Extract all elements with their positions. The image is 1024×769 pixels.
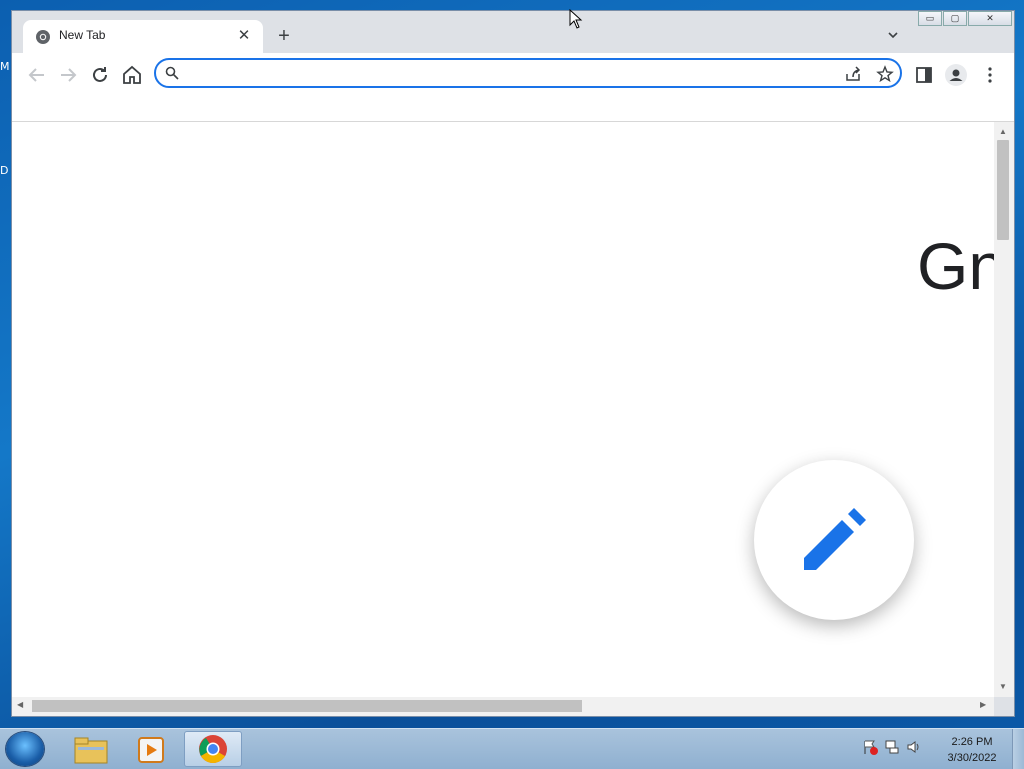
taskbar: 2:26 PM 3/30/2022 [0,728,1024,769]
home-icon[interactable] [120,63,144,87]
media-player-icon [138,737,164,763]
new-tab-button[interactable]: + [274,26,294,46]
window-controls: ▭ ▢ ✕ [917,11,1012,27]
horizontal-scrollbar[interactable]: ◀ ▶ [12,697,994,716]
profile-avatar-icon[interactable] [944,63,968,87]
volume-icon[interactable] [906,739,922,755]
system-tray [862,739,922,755]
menu-kebab-icon[interactable] [978,63,1002,87]
start-button[interactable] [6,732,44,766]
chrome-icon [199,735,227,763]
show-desktop-button[interactable] [1012,729,1024,769]
action-center-flag-icon[interactable] [862,739,878,755]
scroll-down-arrow-icon[interactable]: ▼ [999,682,1007,691]
side-panel-icon[interactable] [912,63,936,87]
browser-toolbar [12,53,1014,122]
taskbar-file-explorer[interactable] [62,731,120,767]
scroll-right-arrow-icon[interactable]: ▶ [980,700,986,709]
scroll-left-arrow-icon[interactable]: ◀ [17,700,23,709]
pencil-icon [804,508,866,570]
bookmark-star-icon[interactable] [876,65,894,83]
taskbar-media-player[interactable] [122,731,180,767]
browser-window: New Tab ✕ + ▭ ▢ ✕ Gn ▲ ▼ ◀ ▶ [11,10,1015,717]
taskbar-clock[interactable]: 2:26 PM 3/30/2022 [936,734,1008,766]
desktop-icon-label-d[interactable]: D [0,164,8,177]
tab-search-icon[interactable] [885,27,901,43]
maximize-button[interactable]: ▢ [943,11,967,26]
page-content[interactable]: Gn [12,122,994,697]
folder-icon [74,737,108,764]
clock-time: 2:26 PM [951,736,993,748]
chrome-favicon-icon [35,29,51,45]
tab-close-icon[interactable]: ✕ [236,28,252,44]
vertical-scrollbar[interactable]: ▲ ▼ [994,122,1014,697]
desktop-icon-label-m[interactable]: M [0,60,10,73]
share-icon[interactable] [844,65,862,83]
minimize-button[interactable]: ▭ [918,11,942,26]
tab-strip: New Tab ✕ + ▭ ▢ ✕ [12,11,1014,53]
address-input[interactable] [186,63,830,85]
search-icon [165,66,179,80]
tab-new-tab[interactable]: New Tab ✕ [23,20,263,53]
mouse-cursor-icon [569,9,583,29]
page-logo-partial-text: Gn [917,229,994,303]
edit-fab-button[interactable] [754,460,914,620]
reload-icon[interactable] [88,63,112,87]
close-window-button[interactable]: ✕ [968,11,1012,26]
vertical-scroll-thumb[interactable] [997,140,1009,240]
address-bar[interactable] [154,58,902,88]
network-icon[interactable] [884,739,900,755]
clock-date: 3/30/2022 [947,752,997,764]
horizontal-scroll-thumb[interactable] [32,700,582,712]
taskbar-chrome[interactable] [184,731,242,767]
tab-title: New Tab [59,28,106,42]
forward-arrow-icon[interactable] [56,63,80,87]
scroll-up-arrow-icon[interactable]: ▲ [999,127,1007,136]
back-arrow-icon[interactable] [25,63,49,87]
